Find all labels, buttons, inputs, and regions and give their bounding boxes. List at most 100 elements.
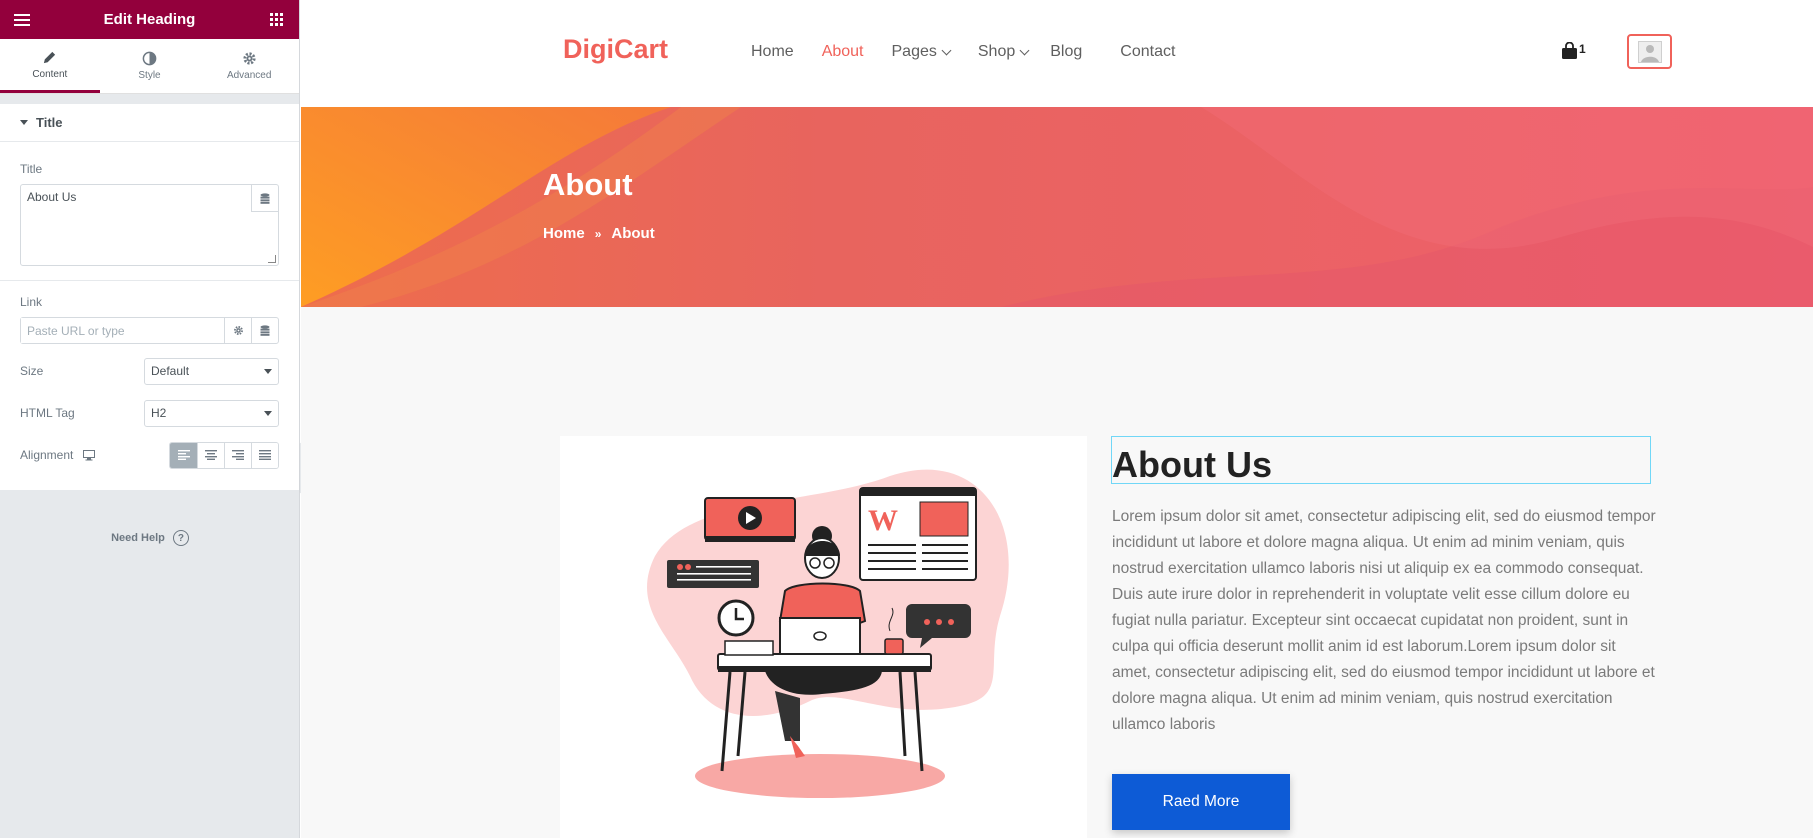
need-help-label: Need Help [111,532,165,544]
page-banner: About Home » About [301,107,1813,307]
title-textarea-wrap: About Us [20,184,279,266]
breadcrumb-current: About [611,225,655,242]
alignment-label-group: Alignment [20,448,96,462]
user-avatar-icon [1637,40,1662,63]
chevron-down-icon [1019,45,1030,55]
nav-about[interactable]: About [822,43,864,61]
site-logo[interactable]: DigiCart [563,34,668,65]
section-toggle-title[interactable]: Title [0,104,299,142]
link-dynamic-button[interactable] [251,318,278,343]
video-card [704,497,796,542]
nav-home-label: Home [751,43,794,60]
caret-down-icon [20,120,28,125]
nav-contact[interactable]: Contact [1120,43,1175,61]
title-control: Title About Us [0,142,299,281]
html-tag-control: HTML Tag H2 [0,392,299,434]
about-paragraph: Lorem ipsum dolor sit amet, consectetur … [1112,508,1656,733]
size-select-value: Default [151,364,190,378]
banner-title: About [543,167,633,202]
nav-shop-label: Shop [977,43,1016,60]
panel-controls: Title Title About Us Link Paste URL or t… [0,104,299,490]
nav-contact-label: Contact [1120,43,1176,60]
html-tag-select[interactable]: H2 [144,399,279,427]
site-header: DigiCart Home About Pages Shop Blog Cont… [301,0,1813,107]
alignment-buttons [169,441,279,469]
title-textarea[interactable]: About Us [21,185,278,265]
gear-icon [233,326,243,335]
link-label: Link [20,295,43,309]
html-tag-label: HTML Tag [20,406,75,420]
dropdown-arrow-icon [264,410,272,416]
desktop-icon[interactable] [83,449,96,461]
dropdown-arrow-icon [264,368,272,374]
resize-handle[interactable] [268,255,276,263]
svg-text:W: W [868,504,898,537]
hamburger-menu-icon[interactable] [12,10,32,30]
database-icon [260,325,270,336]
align-center-icon [205,450,217,460]
pencil-icon [44,51,56,63]
need-help-link[interactable]: Need Help ? [0,530,300,546]
shopping-bag-icon [1562,42,1577,59]
main-nav: Home About Pages Shop Blog Contact [751,43,1203,61]
read-more-button[interactable]: Raed More [1112,774,1290,830]
editor-panel: Edit Heading Content Style Advanced Titl… [0,0,300,838]
nav-shop[interactable]: Shop [977,43,1030,61]
alignment-label: Alignment [20,448,74,462]
title-label: Title [20,162,43,176]
about-heading[interactable]: About Us [1112,444,1272,486]
section-title: Title [36,115,63,130]
nav-blog-label: Blog [1050,43,1083,60]
dynamic-tags-button[interactable] [251,185,278,212]
tab-style[interactable]: Style [100,39,200,93]
html-tag-select-value: H2 [151,406,167,420]
nav-pages-label: Pages [891,43,937,60]
cart-button[interactable]: 1 [1561,42,1586,60]
link-control: Link [0,281,299,344]
link-url-input[interactable] [21,318,224,343]
banner-background [301,107,1813,307]
clock [717,599,755,637]
nav-about-label: About [821,43,864,60]
panel-spacer [0,476,299,490]
align-justify-icon [259,450,271,460]
align-left-button[interactable] [170,442,197,468]
contrast-icon [142,51,157,66]
tab-content[interactable]: Content [0,39,100,93]
chat-card [667,560,759,588]
tab-advanced[interactable]: Advanced [199,39,299,93]
align-right-button[interactable] [224,442,251,468]
panel-tabs: Content Style Advanced [0,39,299,94]
align-justify-button[interactable] [251,442,278,468]
breadcrumb-separator-icon: » [594,226,602,241]
tab-style-label: Style [138,70,161,81]
database-icon [260,192,270,204]
user-account-button[interactable] [1627,34,1672,69]
widgets-grid-icon[interactable] [267,10,287,30]
align-right-icon [232,450,244,460]
nav-home[interactable]: Home [751,43,794,61]
panel-divider [0,94,299,104]
cart-count-badge: 1 [1579,42,1586,56]
panel-header: Edit Heading [0,0,299,39]
chevron-down-icon [941,45,952,55]
nav-blog[interactable]: Blog [1050,43,1082,61]
panel-title: Edit Heading [103,11,196,28]
alignment-control: Alignment [0,434,299,476]
tab-content-label: Content [32,68,68,80]
align-left-icon [177,450,190,460]
nav-pages[interactable]: Pages [891,43,952,61]
size-control: Size Default [0,350,299,392]
size-label: Size [20,364,44,378]
link-options-button[interactable] [224,318,251,343]
article-card: W [859,487,977,581]
breadcrumb-home[interactable]: Home [543,225,585,242]
gear-icon [243,52,256,65]
breadcrumb: Home » About [543,225,655,242]
site-preview: DigiCart Home About Pages Shop Blog Cont… [301,0,1813,838]
align-center-button[interactable] [197,442,224,468]
tab-advanced-label: Advanced [226,70,272,81]
size-select[interactable]: Default [144,357,279,385]
link-input-row [20,317,279,344]
about-image-card: W [560,436,1087,838]
